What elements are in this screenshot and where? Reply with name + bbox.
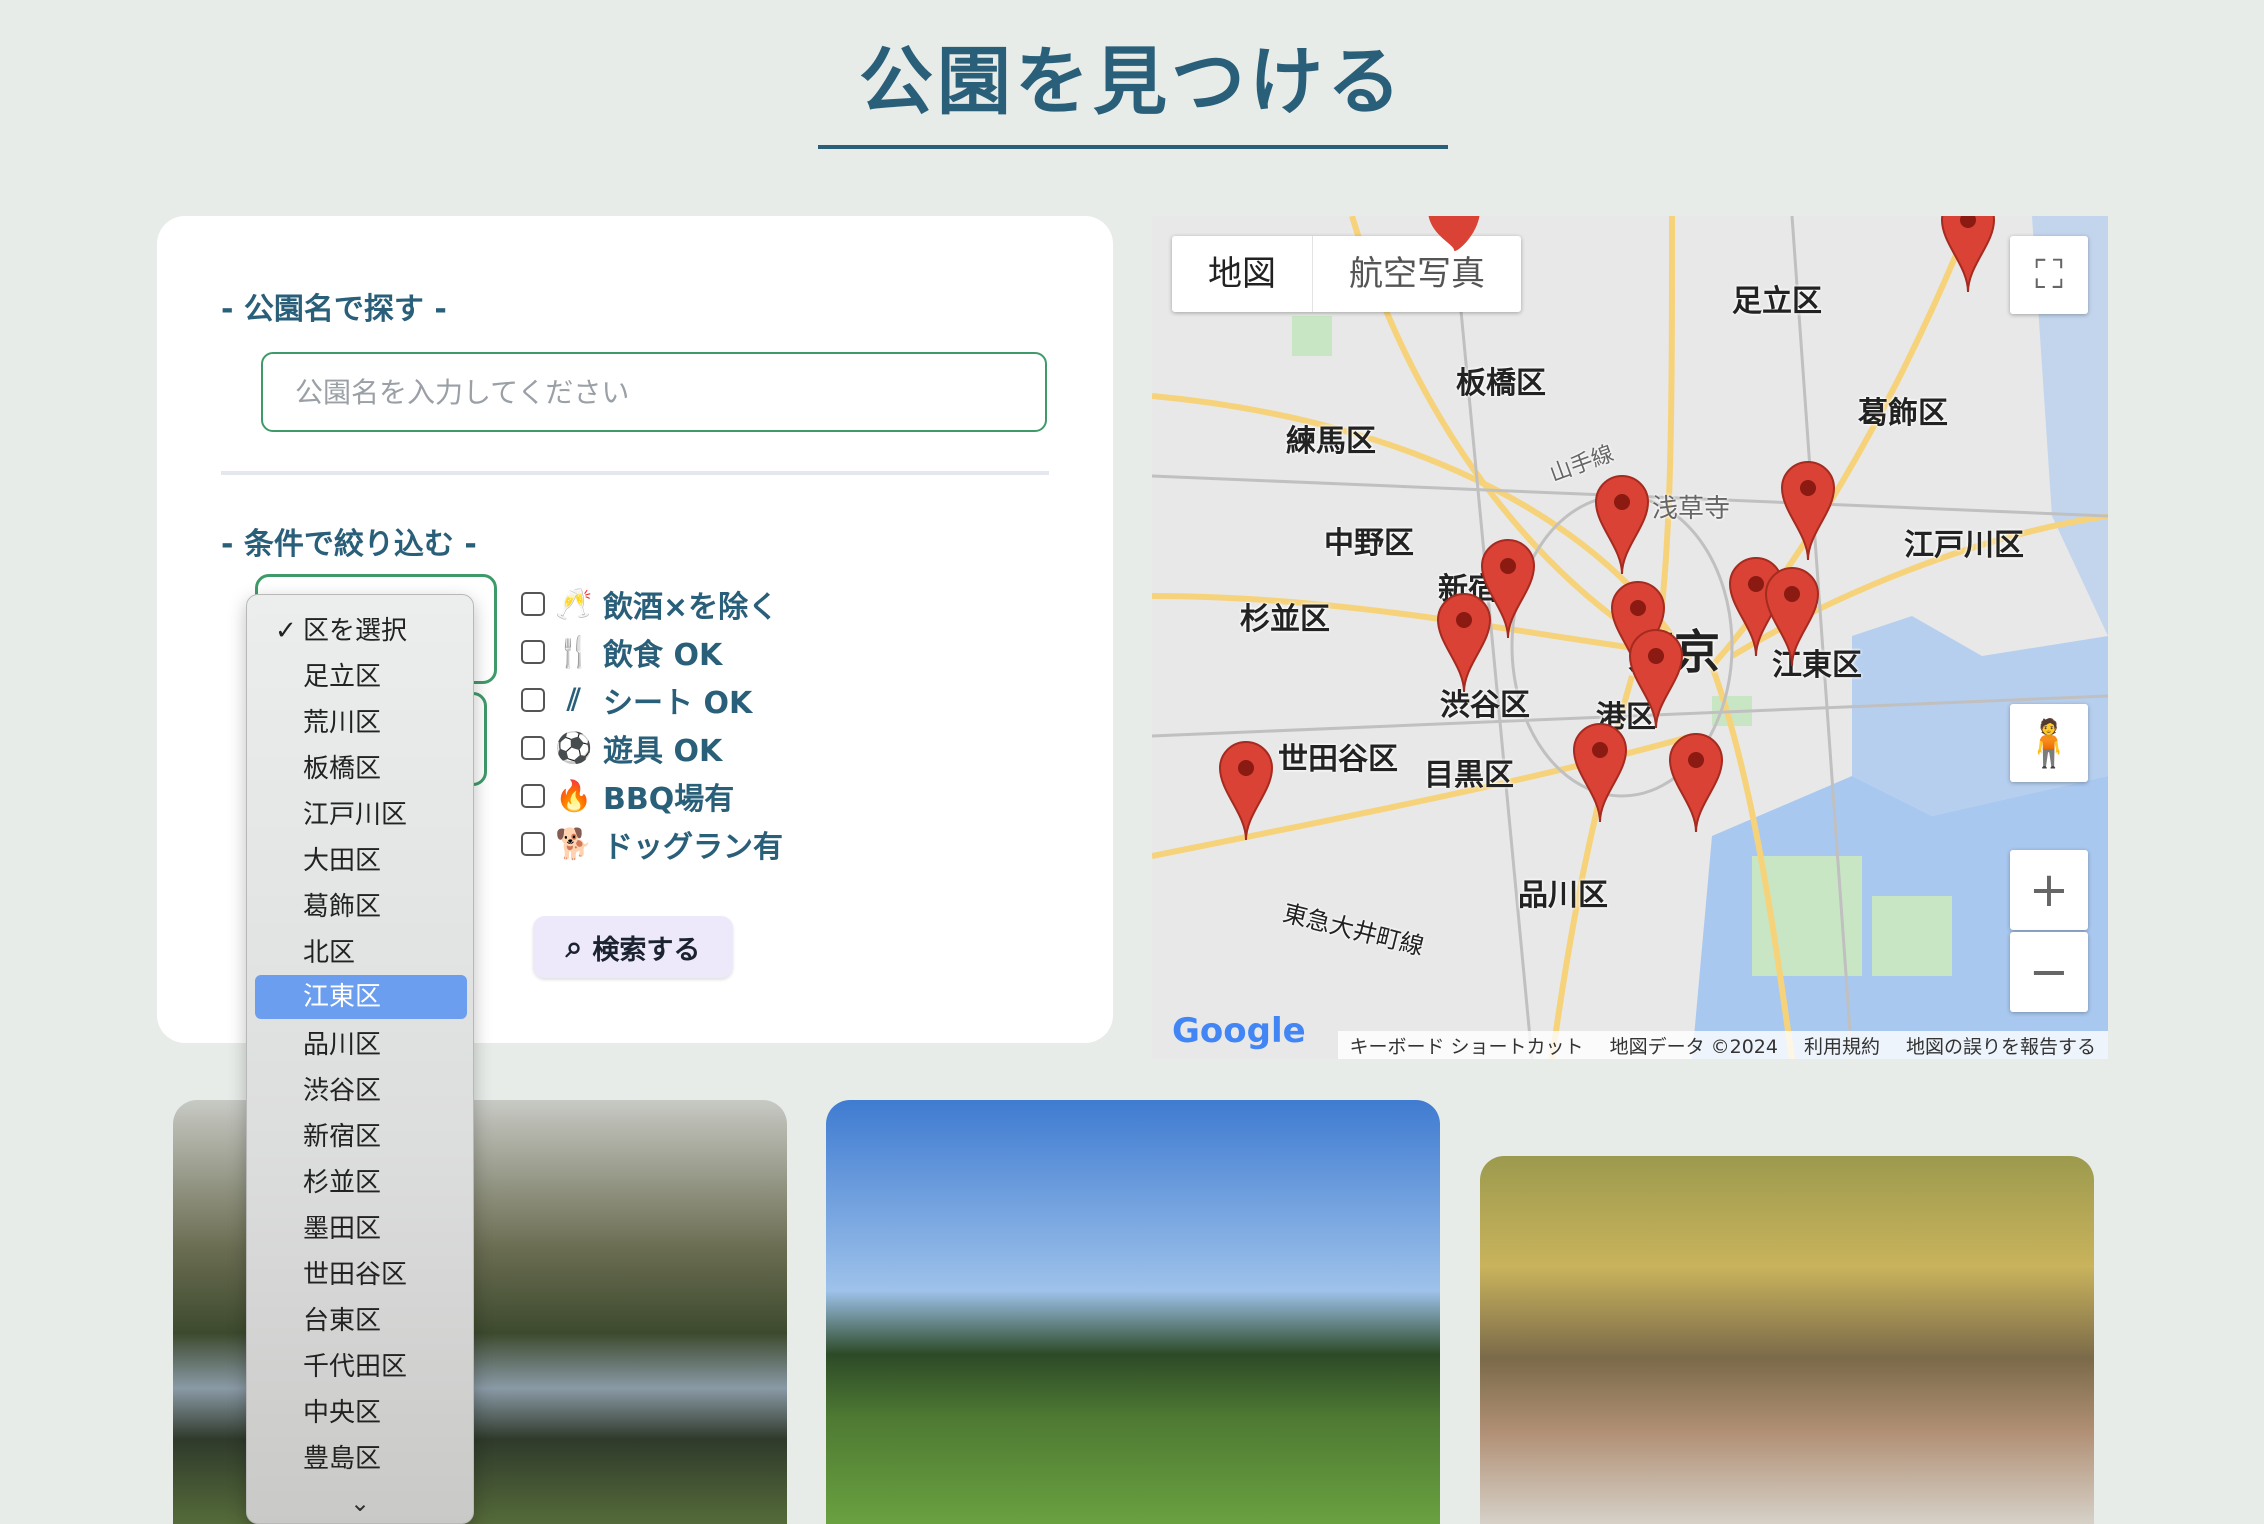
ward-option[interactable]: 豊島区 bbox=[255, 1437, 467, 1481]
ward-option-label: 杉並区 bbox=[303, 1168, 382, 1198]
ward-option-label: 品川区 bbox=[303, 1030, 382, 1060]
name-section-label: - 公園名で探す - bbox=[221, 292, 447, 327]
ward-option-label: 板橋区 bbox=[303, 754, 382, 784]
scroll-down-icon[interactable]: ⌄ bbox=[247, 1489, 473, 1517]
ward-option-label: 江戸川区 bbox=[303, 800, 408, 830]
pin-icon bbox=[1668, 733, 1724, 833]
search-button[interactable]: ⌕ 検索する bbox=[533, 916, 733, 978]
checkbox[interactable] bbox=[521, 688, 545, 712]
filter-label: ドッグラン有 bbox=[603, 830, 783, 865]
footer-terms[interactable]: 利用規約 bbox=[1804, 1032, 1880, 1059]
cheers-icon: 🥂 bbox=[555, 586, 593, 622]
pin-icon bbox=[1780, 461, 1836, 561]
pin-icon bbox=[1764, 567, 1820, 667]
filter-label: 飲食 OK bbox=[603, 638, 723, 673]
filter-sheet-ok[interactable]: ⫽ シート OK bbox=[521, 676, 783, 724]
map[interactable]: 地図 航空写真 ⛶ 🧍 + − 足立区 板橋区 葛飾区 練馬区 浅草寺 中野区 … bbox=[1152, 216, 2108, 1059]
park-photo-tree[interactable] bbox=[826, 1100, 1440, 1524]
ward-option[interactable]: 足立区 bbox=[255, 655, 467, 699]
ward-option-label: 新宿区 bbox=[303, 1122, 382, 1152]
checkbox[interactable] bbox=[521, 640, 545, 664]
filter-section-label: - 条件で絞り込む - bbox=[221, 527, 477, 562]
title-underline bbox=[818, 145, 1448, 149]
pin-icon bbox=[1436, 593, 1492, 693]
filter-dog-run[interactable]: 🐕 ドッグラン有 bbox=[521, 820, 783, 868]
ball-icon: ⚽ bbox=[555, 730, 593, 766]
ward-option-label: 墨田区 bbox=[303, 1214, 382, 1244]
filter-label: シート OK bbox=[603, 686, 753, 721]
ward-option-label: 渋谷区 bbox=[303, 1076, 382, 1106]
footer-map-data: 地図データ ©2024 bbox=[1609, 1035, 1778, 1058]
ward-option[interactable]: 台東区 bbox=[255, 1299, 467, 1343]
ward-option[interactable]: 江戸川区 bbox=[255, 793, 467, 837]
pin-icon bbox=[1594, 475, 1650, 575]
filter-label: BBQ場有 bbox=[603, 782, 735, 817]
pin-icon bbox=[1628, 629, 1684, 729]
checkmark-icon: ✓ bbox=[275, 616, 297, 646]
checkbox[interactable] bbox=[521, 592, 545, 616]
map-pins bbox=[1218, 216, 1996, 841]
dog-icon: 🐕 bbox=[555, 826, 593, 862]
filter-label: 遊具 OK bbox=[603, 734, 723, 769]
ward-option[interactable]: 品川区 bbox=[255, 1023, 467, 1067]
ward-option-label: 葛飾区 bbox=[303, 892, 382, 922]
checkbox[interactable] bbox=[521, 736, 545, 760]
ward-option[interactable]: 杉並区 bbox=[255, 1161, 467, 1205]
campfire-icon: 🔥 bbox=[555, 778, 593, 814]
ward-option-label: 千代田区 bbox=[303, 1352, 408, 1382]
google-logo: Google bbox=[1172, 1011, 1306, 1051]
ward-dropdown-list: ✓ 区を選択 足立区 荒川区 板橋区 江戸川区 大田区 葛飾区 北区 江東区 品川… bbox=[246, 594, 474, 1524]
ward-option-label: 荒川区 bbox=[303, 708, 382, 738]
divider bbox=[221, 471, 1049, 475]
ward-option-label: 台東区 bbox=[303, 1306, 382, 1336]
page-title: 公園を見つける bbox=[859, 39, 1405, 125]
ward-option[interactable]: 大田区 bbox=[255, 839, 467, 883]
ward-option[interactable]: 墨田区 bbox=[255, 1207, 467, 1251]
filter-no-alcohol[interactable]: 🥂 飲酒×を除く bbox=[521, 580, 783, 628]
ward-option-label: 中央区 bbox=[303, 1398, 382, 1428]
checkbox[interactable] bbox=[521, 784, 545, 808]
ward-option[interactable]: 中央区 bbox=[255, 1391, 467, 1435]
park-name-input[interactable] bbox=[261, 352, 1047, 432]
ward-option[interactable]: 新宿区 bbox=[255, 1115, 467, 1159]
ward-option-label: 北区 bbox=[303, 938, 356, 968]
sheet-icon: ⫽ bbox=[567, 682, 581, 718]
filter-bbq[interactable]: 🔥 BBQ場有 bbox=[521, 772, 783, 820]
pin-icon bbox=[1428, 216, 1480, 251]
pin-icon bbox=[1218, 741, 1274, 841]
filter-eating-ok[interactable]: 🍴 飲食 OK bbox=[521, 628, 783, 676]
ward-option[interactable]: 渋谷区 bbox=[255, 1069, 467, 1113]
ward-option[interactable]: 葛飾区 bbox=[255, 885, 467, 929]
footer-report[interactable]: 地図の誤りを報告する bbox=[1906, 1032, 2096, 1059]
ward-option[interactable]: 千代田区 bbox=[255, 1345, 467, 1389]
map-footer: キーボード ショートカット 地図データ ©2024 利用規約 地図の誤りを報告す… bbox=[1337, 1031, 2108, 1059]
filter-label: 飲酒×を除く bbox=[603, 590, 779, 625]
search-icon: ⌕ bbox=[565, 929, 583, 965]
utensils-icon: 🍴 bbox=[555, 634, 593, 670]
ward-option[interactable]: ✓ 区を選択 bbox=[255, 609, 467, 653]
ward-option-label: 豊島区 bbox=[303, 1444, 382, 1474]
ward-option-highlighted[interactable]: 江東区 bbox=[255, 975, 467, 1019]
pin-icon bbox=[1572, 723, 1628, 823]
ward-option-label: 足立区 bbox=[303, 662, 382, 692]
ward-option-label: 区を選択 bbox=[303, 616, 408, 646]
google-logo-text: Google bbox=[1172, 1011, 1306, 1051]
ward-option-label: 江東区 bbox=[303, 982, 382, 1012]
ward-option[interactable]: 荒川区 bbox=[255, 701, 467, 745]
park-photo-picnic[interactable] bbox=[1480, 1156, 2094, 1524]
checkbox[interactable] bbox=[521, 832, 545, 856]
footer-shortcuts[interactable]: キーボード ショートカット bbox=[1350, 1032, 1584, 1059]
ward-option-label: 大田区 bbox=[303, 846, 382, 876]
filter-playground-ok[interactable]: ⚽ 遊具 OK bbox=[521, 724, 783, 772]
pin-icon bbox=[1940, 216, 1996, 293]
ward-option-label: 世田谷区 bbox=[303, 1260, 408, 1290]
ward-option[interactable]: 世田谷区 bbox=[255, 1253, 467, 1297]
filter-checkbox-list: 🥂 飲酒×を除く 🍴 飲食 OK ⫽ シート OK ⚽ 遊具 OK 🔥 BBQ場… bbox=[521, 580, 783, 868]
ward-option[interactable]: 北区 bbox=[255, 931, 467, 975]
search-button-label: 検索する bbox=[592, 934, 701, 966]
ward-option[interactable]: 板橋区 bbox=[255, 747, 467, 791]
